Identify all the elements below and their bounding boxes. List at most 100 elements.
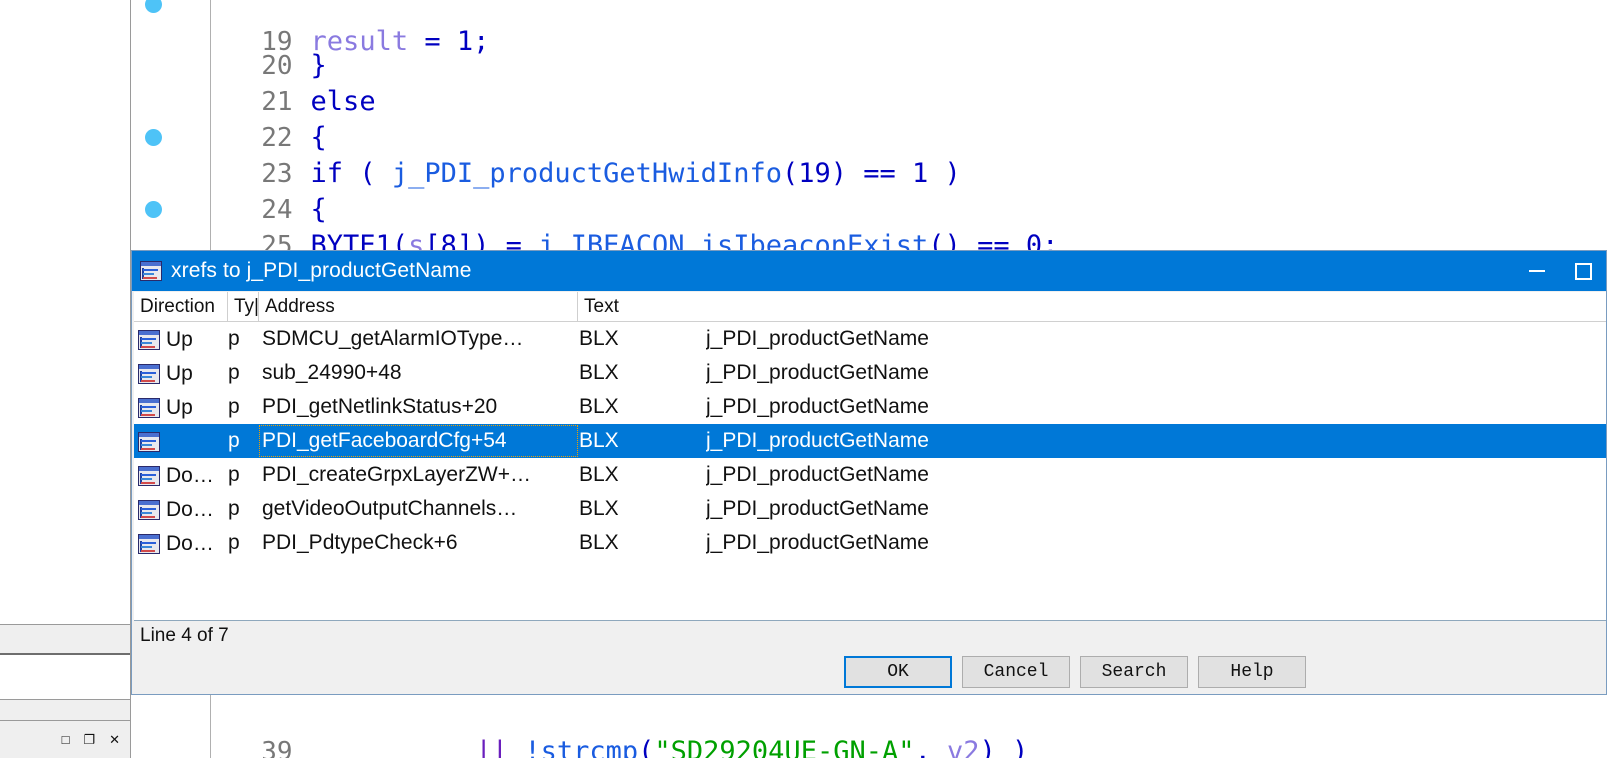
code-line[interactable]: 20} — [131, 12, 1607, 81]
dialog-titlebar[interactable]: xrefs to j_PDI_productGetName — [132, 251, 1606, 291]
cell-xref-type: BLX — [579, 497, 619, 520]
direction-label: Up — [166, 327, 193, 351]
maximize-button[interactable] — [1560, 251, 1606, 291]
cell-text: j_PDI_productGetName — [706, 429, 929, 452]
cell-xref-type: BLX — [579, 361, 619, 384]
status-bar: Line 4 of 7 — [134, 621, 1606, 650]
cell-type: p — [228, 463, 240, 486]
screen-root: 19 result = 1; 20} 21 else 22{ 23 if ( j_PD… — [0, 0, 1607, 758]
code-line[interactable]: 25 BYTE1(s[8]) = j_IBEACON_isIbeaconExist… — [131, 192, 1607, 261]
xrefs-dialog[interactable]: xrefs to j_PDI_productGetName Direction … — [131, 250, 1607, 695]
xrefs-table[interactable]: Up p SDMCU_getAlarmIOType… BLX j_PDI_pro… — [134, 322, 1606, 621]
direction-label: Up — [166, 395, 193, 419]
cell-text: j_PDI_productGetName — [706, 497, 929, 520]
cell-type: p — [228, 327, 240, 350]
cell-address[interactable]: PDI_getNetlinkStatus+20 — [259, 390, 578, 424]
column-header-address[interactable]: Address — [259, 292, 578, 322]
code-line[interactable]: 39 || !strcmp("SD29204UE-GN-A", v2) ) — [131, 698, 1607, 758]
minimize-icon — [1529, 270, 1545, 272]
table-row[interactable]: Do… p getVideoOutputChannels… BLX j_PDI_… — [134, 492, 1606, 526]
table-row[interactable]: Up p PDI_getNetlinkStatus+20 BLX j_PDI_p… — [134, 390, 1606, 424]
code-token-close: ) ) — [979, 736, 1029, 758]
close-icon[interactable]: ✕ — [109, 733, 120, 746]
cell-address[interactable]: PDI_getFaceboardCfg+54 — [259, 425, 578, 457]
cancel-button[interactable]: Cancel — [962, 656, 1070, 688]
maximize-icon — [1574, 262, 1592, 280]
left-panel-collapsed-bar[interactable]: ❯ — [0, 624, 130, 655]
table-row[interactable]: Do… p PDI_PdtypeCheck+6 BLX j_PDI_produc… — [134, 526, 1606, 560]
code-line[interactable]: 23 if ( j_PDI_productGetHwidInfo(19) == 1… — [131, 120, 1607, 189]
cell-address[interactable]: SDMCU_getAlarmIOType… — [259, 322, 578, 356]
table-column-headers[interactable]: Direction Ty| Address Text — [134, 292, 1606, 322]
cell-xref-type: BLX — [579, 429, 619, 452]
code-token-paren: ( — [638, 736, 655, 758]
code-token-variable: v2 — [947, 736, 980, 758]
cell-type: p — [228, 497, 240, 520]
table-row[interactable]: Up p sub_24990+48 BLX j_PDI_productGetNa… — [134, 356, 1606, 390]
table-row-selected[interactable]: p PDI_getFaceboardCfg+54 BLX j_PDI_produ… — [134, 424, 1606, 458]
cell-direction: Up — [134, 322, 228, 356]
left-side-panel: ❯ □ ❐ ✕ — [0, 0, 131, 758]
column-header-direction[interactable]: Direction — [134, 292, 228, 322]
cell-text: j_PDI_productGetName — [706, 463, 929, 486]
code-line[interactable]: 24{ — [131, 156, 1607, 225]
code-token-string: "SD29204UE-GN-A" — [654, 736, 915, 758]
code-token-function[interactable]: !strcmp — [524, 736, 638, 758]
breakpoint-marker[interactable] — [145, 129, 162, 146]
cell-text: j_PDI_productGetName — [706, 361, 929, 384]
breakpoint-marker[interactable] — [145, 201, 162, 218]
dialog-title: xrefs to j_PDI_productGetName — [171, 259, 472, 282]
direction-label: Up — [166, 361, 193, 385]
cell-address[interactable]: sub_24990+48 — [259, 356, 578, 390]
dialog-button-bar: OK Cancel Search Help — [134, 650, 1606, 694]
cell-direction: Do… — [134, 458, 228, 492]
direction-label: Do… — [166, 463, 214, 487]
left-panel-window-buttons[interactable]: □ ❐ ✕ — [0, 720, 130, 758]
direction-label: Do… — [166, 531, 214, 555]
xref-icon — [138, 431, 160, 452]
minimize-button[interactable] — [1514, 251, 1560, 291]
cell-type: p — [228, 531, 240, 554]
window-controls[interactable] — [1514, 251, 1606, 291]
cell-direction: Up — [134, 356, 228, 390]
cell-xref-type: BLX — [579, 327, 619, 350]
cell-xref-type: BLX — [579, 463, 619, 486]
cell-text: j_PDI_productGetName — [706, 531, 929, 554]
cell-direction: Up — [134, 390, 228, 424]
direction-label: Do… — [166, 497, 214, 521]
left-panel-blank-area — [0, 655, 130, 700]
restore-icon[interactable]: □ — [62, 733, 70, 746]
table-row[interactable]: Up p SDMCU_getAlarmIOType… BLX j_PDI_pro… — [134, 322, 1606, 356]
cell-type: p — [228, 395, 240, 418]
status-text: Line 4 of 7 — [140, 624, 229, 646]
xref-icon — [138, 465, 160, 486]
xrefs-window-icon — [140, 261, 162, 281]
help-button[interactable]: Help — [1198, 656, 1306, 688]
code-line[interactable]: 22{ — [131, 84, 1607, 153]
code-token-comma: , — [914, 736, 947, 758]
cell-direction: Do… — [134, 526, 228, 560]
xref-icon — [138, 397, 160, 418]
xref-icon — [138, 533, 160, 554]
code-line[interactable]: 21 else — [131, 48, 1607, 117]
code-token-operator: || — [475, 736, 525, 758]
cell-xref-type: BLX — [579, 395, 619, 418]
column-header-type[interactable]: Ty| — [228, 292, 259, 322]
search-button[interactable]: Search — [1080, 656, 1188, 688]
xref-icon — [138, 499, 160, 520]
cell-direction — [134, 424, 228, 458]
column-header-text[interactable]: Text — [578, 292, 1606, 322]
ok-button[interactable]: OK — [844, 656, 952, 688]
line-number: 39 — [261, 737, 293, 758]
xref-icon — [138, 363, 160, 384]
cell-direction: Do… — [134, 492, 228, 526]
cell-text: j_PDI_productGetName — [706, 395, 929, 418]
cell-address[interactable]: PDI_PdtypeCheck+6 — [259, 526, 578, 560]
table-row[interactable]: Do… p PDI_createGrpxLayerZW+… BLX j_PDI_… — [134, 458, 1606, 492]
xref-icon — [138, 329, 160, 350]
cell-address[interactable]: PDI_createGrpxLayerZW+… — [259, 458, 578, 492]
cell-address[interactable]: getVideoOutputChannels… — [259, 492, 578, 526]
float-icon[interactable]: ❐ — [83, 733, 95, 746]
cell-text: j_PDI_productGetName — [706, 327, 929, 350]
cell-type: p — [228, 429, 240, 452]
